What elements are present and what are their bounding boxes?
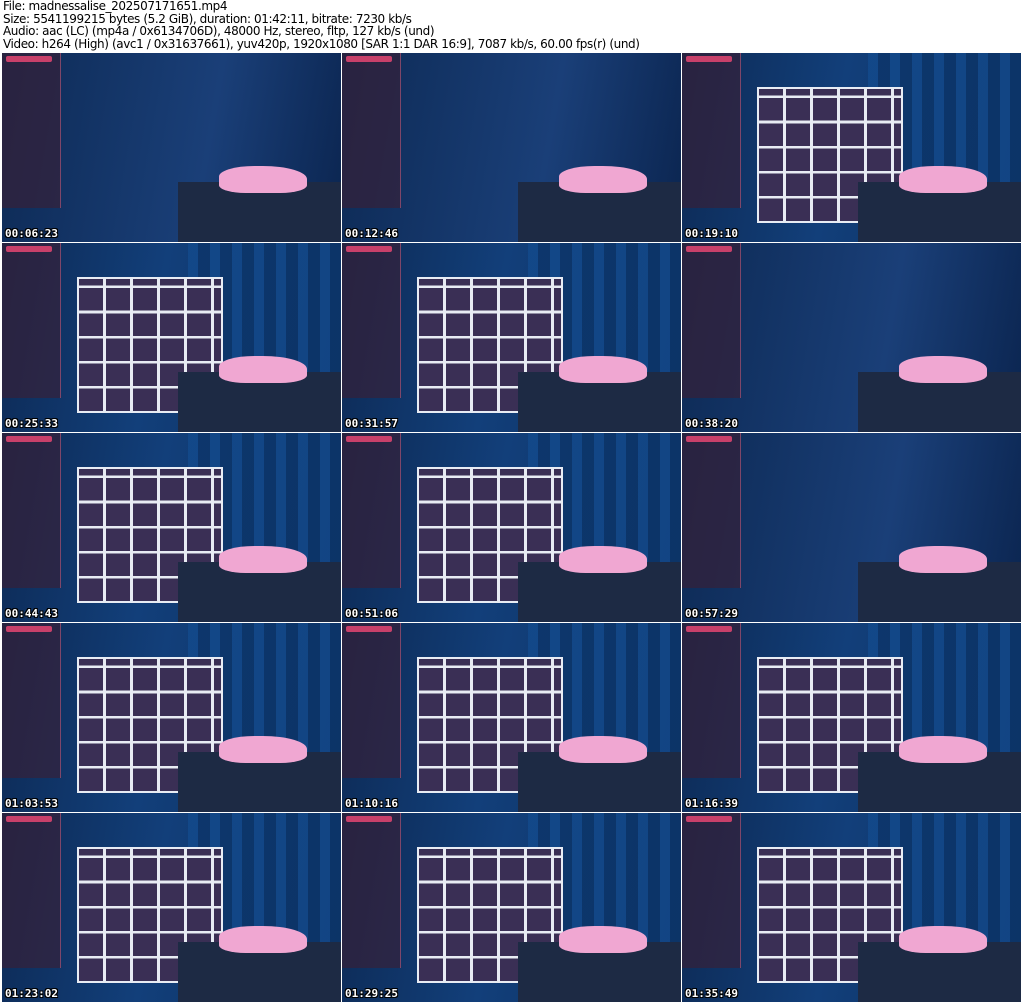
plush-toy: [898, 736, 988, 763]
timestamp: 00:19:10: [685, 227, 738, 240]
overlay-panel: [682, 433, 741, 588]
timestamp: 01:23:02: [5, 987, 58, 1000]
overlay-panel: [2, 433, 61, 588]
plush-toy: [218, 546, 308, 573]
overlay-panel: [342, 623, 401, 778]
thumbnail-grid: 00:06:23 00:12:46 00:19:10 00:25:33 00:31:57…: [2, 53, 1021, 1002]
overlay-panel: [2, 243, 61, 398]
timestamp: 01:29:25: [345, 987, 398, 1000]
overlay-panel: [2, 53, 61, 208]
video-thumbnail[interactable]: 00:12:46: [342, 53, 681, 242]
video-thumbnail[interactable]: 01:29:25: [342, 813, 681, 1002]
overlay-panel: [342, 243, 401, 398]
overlay-panel: [682, 53, 741, 208]
overlay-panel: [2, 813, 61, 968]
video-thumbnail[interactable]: 00:25:33: [2, 243, 341, 432]
video-thumbnail[interactable]: 01:10:16: [342, 623, 681, 812]
timestamp: 00:06:23: [5, 227, 58, 240]
video-thumbnail[interactable]: 00:57:29: [682, 433, 1021, 622]
video-thumbnail[interactable]: 00:51:06: [342, 433, 681, 622]
plush-toy: [218, 166, 308, 193]
overlay-panel: [342, 53, 401, 208]
video-thumbnail[interactable]: 00:31:57: [342, 243, 681, 432]
timestamp: 00:38:20: [685, 417, 738, 430]
plush-toy: [218, 736, 308, 763]
overlay-panel: [682, 243, 741, 398]
plush-toy: [898, 356, 988, 383]
timestamp: 00:25:33: [5, 417, 58, 430]
video-thumbnail[interactable]: 01:23:02: [2, 813, 341, 1002]
video-thumbnail[interactable]: 01:35:49: [682, 813, 1021, 1002]
video-thumbnail[interactable]: 00:38:20: [682, 243, 1021, 432]
timestamp: 01:35:49: [685, 987, 738, 1000]
video-thumbnail[interactable]: 01:03:53: [2, 623, 341, 812]
overlay-panel: [342, 813, 401, 968]
timestamp: 00:31:57: [345, 417, 398, 430]
plush-toy: [898, 546, 988, 573]
overlay-panel: [682, 813, 741, 968]
plush-toy: [558, 926, 648, 953]
file-name: File: madnessalise_202507171651.mp4: [3, 0, 228, 13]
timestamp: 01:10:16: [345, 797, 398, 810]
video-info: Video: h264 (High) (avc1 / 0x31637661), …: [3, 36, 640, 51]
timestamp: 00:44:43: [5, 607, 58, 620]
audio-info: Audio: aac (LC) (mp4a / 0x6134706D), 480…: [3, 24, 435, 38]
video-thumbnail[interactable]: 00:44:43: [2, 433, 341, 622]
plush-toy: [558, 736, 648, 763]
plush-toy: [558, 356, 648, 383]
plush-toy: [898, 926, 988, 953]
overlay-panel: [682, 623, 741, 778]
video-thumbnail[interactable]: 00:19:10: [682, 53, 1021, 242]
video-thumbnail[interactable]: 00:06:23: [2, 53, 341, 242]
plush-toy: [218, 356, 308, 383]
plush-toy: [558, 166, 648, 193]
overlay-panel: [2, 623, 61, 778]
timestamp: 01:03:53: [5, 797, 58, 810]
overlay-panel: [342, 433, 401, 588]
timestamp: 00:57:29: [685, 607, 738, 620]
file-info-header: File: madnessalise_202507171651.mp4 Size…: [3, 0, 640, 50]
timestamp: 01:16:39: [685, 797, 738, 810]
timestamp: 00:12:46: [345, 227, 398, 240]
timestamp: 00:51:06: [345, 607, 398, 620]
plush-toy: [558, 546, 648, 573]
plush-toy: [898, 166, 988, 193]
plush-toy: [218, 926, 308, 953]
video-thumbnail[interactable]: 01:16:39: [682, 623, 1021, 812]
